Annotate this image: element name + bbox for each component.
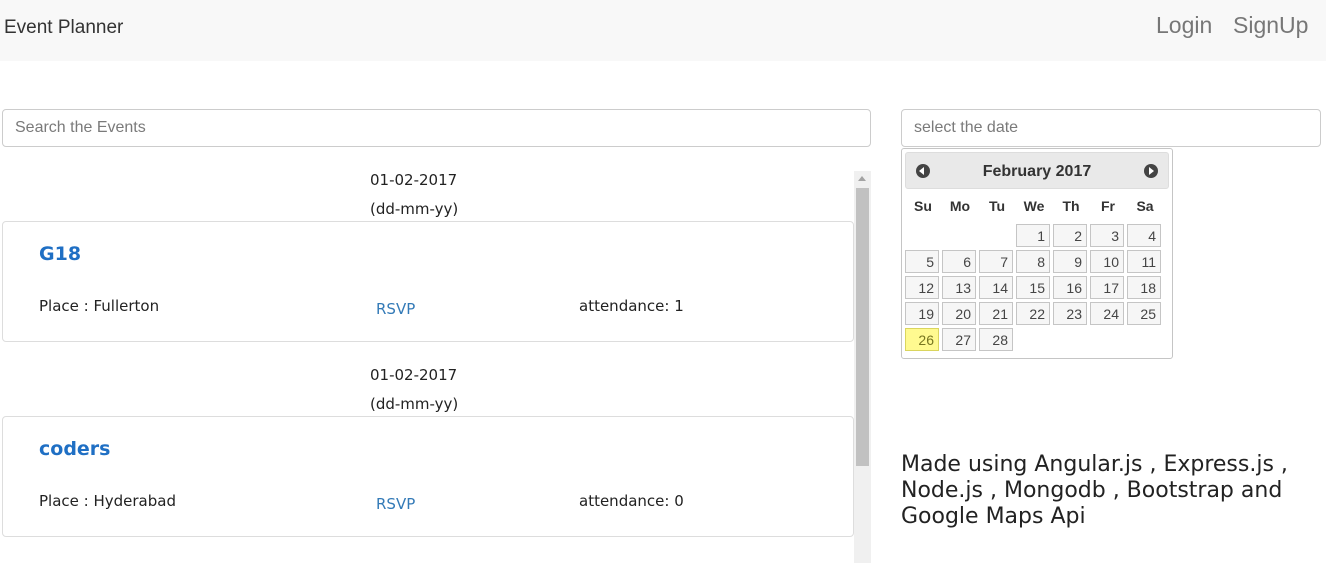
calendar-day[interactable]: 21 bbox=[979, 302, 1013, 325]
weekday-header: Tu bbox=[988, 198, 1006, 214]
calendar-day[interactable]: 18 bbox=[1127, 276, 1161, 299]
navbar: Event Planner Login SignUp bbox=[0, 0, 1326, 61]
calendar-day[interactable]: 27 bbox=[942, 328, 976, 351]
calendar-day[interactable]: 1 bbox=[1016, 224, 1050, 247]
calendar-day[interactable]: 5 bbox=[905, 250, 939, 273]
weekday-header: Th bbox=[1062, 198, 1080, 214]
event-attendance: attendance: 1 bbox=[579, 297, 684, 315]
weekday-header: Sa bbox=[1136, 198, 1154, 214]
event-card: coders Place : Hyderabad RSVP attendance… bbox=[2, 416, 854, 537]
next-month-icon[interactable] bbox=[1144, 164, 1158, 178]
calendar-day[interactable]: 28 bbox=[979, 328, 1013, 351]
brand-title[interactable]: Event Planner bbox=[4, 17, 123, 39]
calendar-day[interactable]: 12 bbox=[905, 276, 939, 299]
calendar-day[interactable]: 8 bbox=[1016, 250, 1050, 273]
credits-text: Made using Angular.js , Express.js , Nod… bbox=[901, 452, 1288, 529]
event-list-scrollbar[interactable] bbox=[854, 171, 871, 563]
calendar-day[interactable]: 24 bbox=[1090, 302, 1124, 325]
weekday-header: We bbox=[1023, 198, 1045, 214]
event-card: G18 Place : Fullerton RSVP attendance: 1 bbox=[2, 221, 854, 342]
scroll-up-arrow-icon[interactable] bbox=[858, 176, 866, 181]
login-link[interactable]: Login bbox=[1156, 12, 1212, 39]
event-date: 01-02-2017 bbox=[370, 366, 458, 384]
calendar-day[interactable]: 13 bbox=[942, 276, 976, 299]
calendar-day[interactable]: 4 bbox=[1127, 224, 1161, 247]
event-title[interactable]: coders bbox=[39, 438, 110, 460]
weekday-header: Fr bbox=[1101, 198, 1115, 214]
scroll-thumb[interactable] bbox=[856, 188, 869, 466]
event-title[interactable]: G18 bbox=[39, 243, 81, 265]
calendar-month-title: February 2017 bbox=[982, 163, 1092, 180]
event-list[interactable]: 01-02-2017 (dd-mm-yy) G18 Place : Fuller… bbox=[0, 147, 871, 563]
calendar-day[interactable]: 23 bbox=[1053, 302, 1087, 325]
calendar-day[interactable]: 17 bbox=[1090, 276, 1124, 299]
weekday-header: Su bbox=[914, 198, 932, 214]
calendar-day[interactable]: 11 bbox=[1127, 250, 1161, 273]
calendar-day[interactable]: 16 bbox=[1053, 276, 1087, 299]
calendar-day[interactable]: 2 bbox=[1053, 224, 1087, 247]
event-place: Place : Fullerton bbox=[39, 297, 160, 315]
signup-link[interactable]: SignUp bbox=[1233, 12, 1308, 39]
event-date: 01-02-2017 bbox=[370, 171, 458, 189]
calendar-day[interactable]: 15 bbox=[1016, 276, 1050, 299]
event-attendance: attendance: 0 bbox=[579, 492, 684, 510]
calendar-day[interactable]: 25 bbox=[1127, 302, 1161, 325]
calendar-day[interactable]: 14 bbox=[979, 276, 1013, 299]
calendar-day[interactable]: 20 bbox=[942, 302, 976, 325]
event-date-format: (dd-mm-yy) bbox=[370, 395, 459, 413]
event-place: Place : Hyderabad bbox=[39, 492, 176, 510]
datepicker-calendar: February 2017 Su Mo Tu We Th Fr Sa 1 2 3 4 5 6 7 8 9 10 1… bbox=[901, 148, 1173, 359]
calendar-header: February 2017 bbox=[905, 152, 1169, 189]
calendar-day[interactable]: 22 bbox=[1016, 302, 1050, 325]
calendar-day[interactable]: 19 bbox=[905, 302, 939, 325]
event-date-format: (dd-mm-yy) bbox=[370, 200, 459, 218]
search-input[interactable] bbox=[2, 109, 871, 147]
rsvp-link[interactable]: RSVP bbox=[376, 300, 415, 318]
calendar-day[interactable]: 6 bbox=[942, 250, 976, 273]
calendar-day[interactable]: 7 bbox=[979, 250, 1013, 273]
rsvp-link[interactable]: RSVP bbox=[376, 495, 415, 513]
calendar-day[interactable]: 9 bbox=[1053, 250, 1087, 273]
weekday-header: Mo bbox=[949, 198, 971, 214]
date-input[interactable] bbox=[901, 109, 1321, 147]
calendar-day[interactable]: 3 bbox=[1090, 224, 1124, 247]
calendar-day[interactable]: 10 bbox=[1090, 250, 1124, 273]
calendar-day[interactable]: 26 bbox=[905, 328, 939, 351]
